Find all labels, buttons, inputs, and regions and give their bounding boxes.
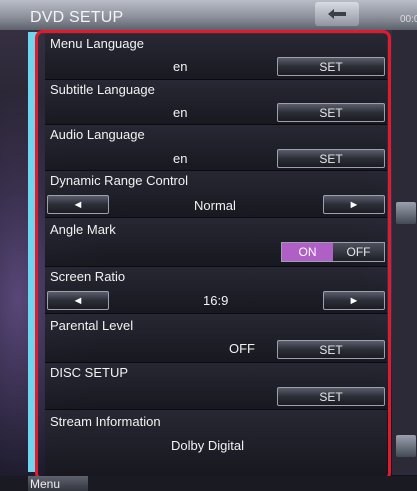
- menu-language-label: Menu Language: [50, 36, 144, 51]
- screen-ratio-row: Screen Ratio ◄ 16:9 ►: [45, 267, 387, 314]
- return-arrow-icon: [328, 9, 346, 19]
- disc-setup-label: DISC SETUP: [50, 365, 129, 380]
- stream-information-row: Stream Information Dolby Digital: [45, 410, 387, 477]
- dynamic-range-label: Dynamic Range Control: [50, 173, 189, 188]
- dynamic-range-value: Normal: [194, 198, 236, 213]
- page-title: DVD SETUP: [30, 9, 124, 26]
- menu-button[interactable]: Menu: [28, 476, 88, 491]
- angle-mark-off-option[interactable]: OFF: [333, 243, 384, 261]
- disc-setup-set-button[interactable]: SET: [277, 387, 385, 406]
- screen-ratio-left-button[interactable]: ◄: [47, 291, 109, 310]
- scrollbar[interactable]: [392, 30, 417, 475]
- subtitle-language-label: Subtitle Language: [50, 82, 155, 97]
- left-arrow-icon: ◄: [72, 198, 84, 211]
- audio-language-value: en: [173, 151, 188, 166]
- left-arrow-icon: ◄: [72, 294, 84, 307]
- scroll-down-button[interactable]: [396, 435, 416, 457]
- screen-ratio-right-button[interactable]: ►: [323, 291, 385, 310]
- settings-list: Menu Language en SET Subtitle Language e…: [45, 34, 387, 477]
- angle-mark-toggle[interactable]: ON OFF: [281, 242, 385, 262]
- disc-setup-row: DISC SETUP SET: [45, 363, 387, 410]
- screen-ratio-value: 16:9: [203, 293, 229, 308]
- dynamic-range-left-button[interactable]: ◄: [47, 195, 109, 214]
- right-arrow-icon: ►: [348, 198, 360, 211]
- parental-level-value: OFF: [229, 341, 255, 356]
- scroll-up-button[interactable]: [396, 202, 416, 224]
- audio-language-label: Audio Language: [50, 127, 145, 142]
- parental-level-label: Parental Level: [50, 318, 134, 333]
- dynamic-range-row: Dynamic Range Control ◄ Normal ►: [45, 171, 387, 218]
- stream-information-value: Dolby Digital: [171, 438, 244, 453]
- menu-language-value: en: [173, 59, 188, 74]
- accent-strip: [28, 32, 38, 472]
- subtitle-language-row: Subtitle Language en SET: [45, 80, 387, 125]
- screen-ratio-label: Screen Ratio: [50, 269, 126, 284]
- dynamic-range-right-button[interactable]: ►: [323, 195, 385, 214]
- angle-mark-row: Angle Mark ON OFF: [45, 218, 387, 267]
- parental-level-row: Parental Level OFF SET: [45, 314, 387, 363]
- menu-language-row: Menu Language en SET: [45, 34, 387, 80]
- audio-language-set-button[interactable]: SET: [277, 149, 385, 168]
- subtitle-language-set-button[interactable]: SET: [277, 103, 385, 122]
- back-button[interactable]: [315, 2, 359, 26]
- subtitle-language-value: en: [173, 105, 188, 120]
- stream-information-label: Stream Information: [50, 414, 161, 429]
- right-arrow-icon: ►: [348, 294, 360, 307]
- menu-language-set-button[interactable]: SET: [277, 57, 385, 76]
- title-bar: DVD SETUP 00:00: [0, 0, 417, 30]
- parental-level-set-button[interactable]: SET: [277, 340, 385, 359]
- audio-language-row: Audio Language en SET: [45, 125, 387, 171]
- clock: 00:00: [400, 14, 417, 25]
- angle-mark-label: Angle Mark: [50, 222, 116, 237]
- angle-mark-on-option[interactable]: ON: [282, 243, 333, 261]
